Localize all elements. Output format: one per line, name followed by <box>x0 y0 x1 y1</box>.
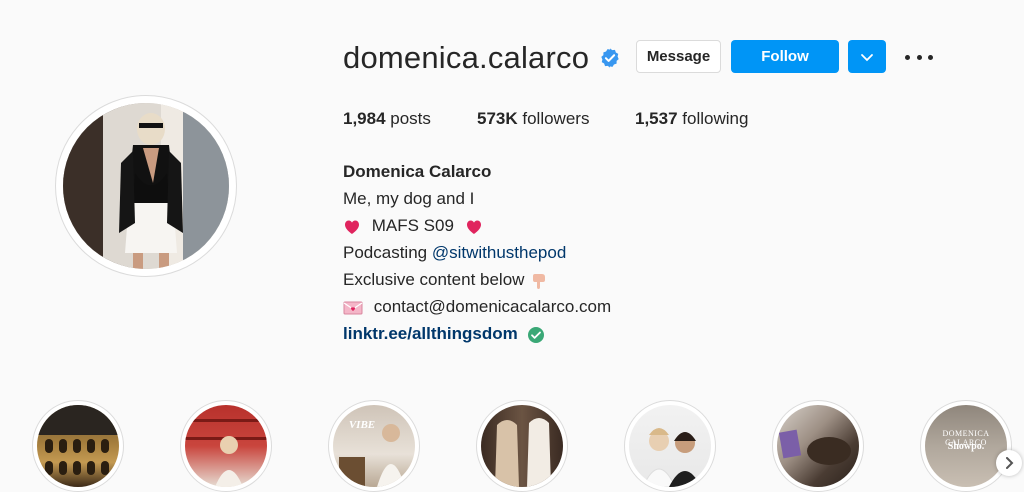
profile-bio: Domenica Calarco Me, my dog and I MAFS S… <box>343 158 611 347</box>
contact-email: contact@domenicacalarco.com <box>373 297 612 316</box>
bio-line-5: contact@domenicacalarco.com <box>343 293 611 320</box>
heart-icon <box>345 220 359 234</box>
story-highlights: VIBE DOMENICA CALARCO Showpo. <box>0 400 1024 492</box>
friends-highlight[interactable] <box>624 400 716 492</box>
vibe-highlight[interactable]: VIBE <box>328 400 420 492</box>
following-label: following <box>677 109 749 128</box>
suggested-dropdown-button[interactable] <box>848 40 886 73</box>
following-stat[interactable]: 1,537 following <box>635 109 748 129</box>
podcast-mention-link[interactable]: @sitwithusthepod <box>432 243 566 262</box>
chevron-right-icon <box>1006 457 1014 469</box>
colosseum-highlight[interactable] <box>32 400 124 492</box>
profile-photo <box>63 103 229 269</box>
outfits-highlight[interactable] <box>476 400 568 492</box>
bio-link-row: linktr.ee/allthingsdom <box>343 320 611 347</box>
showpo-highlight[interactable]: DOMENICA CALARCO Showpo. <box>920 400 1012 492</box>
follow-button[interactable]: Follow <box>731 40 839 73</box>
verified-badge-icon <box>601 48 619 68</box>
profile-link[interactable]: linktr.ee/allthingsdom <box>343 324 518 343</box>
message-button[interactable]: Message <box>636 40 721 73</box>
dog-highlight[interactable] <box>772 400 864 492</box>
highlights-next-button[interactable] <box>996 450 1022 476</box>
check-circle-icon <box>527 326 544 343</box>
vibe-highlight-text: VIBE <box>348 419 376 431</box>
followers-count: 573K <box>477 109 518 128</box>
followers-label: followers <box>517 109 590 128</box>
full-name: Domenica Calarco <box>343 162 492 181</box>
bio-exclusive-text: Exclusive content below <box>343 270 525 289</box>
more-options-icon[interactable] <box>905 48 933 66</box>
posts-count: 1,984 <box>343 109 386 128</box>
posts-stat[interactable]: 1,984 posts <box>343 109 431 129</box>
following-count: 1,537 <box>635 109 678 128</box>
bio-line-3: Podcasting @sitwithusthepod <box>343 239 611 266</box>
love-letter-icon <box>343 301 363 315</box>
shelves-highlight[interactable] <box>180 400 272 492</box>
bio-line-1: Me, my dog and I <box>343 189 475 208</box>
showpo-highlight-brand: Showpo. <box>947 441 985 452</box>
followers-stat[interactable]: 573K followers <box>477 109 589 129</box>
username: domenica.calarco <box>343 40 590 75</box>
profile-avatar[interactable] <box>55 95 237 277</box>
bio-line-2: MAFS S09 <box>343 212 611 239</box>
bio-podcast-prefix: Podcasting <box>343 243 432 262</box>
posts-label: posts <box>385 109 431 128</box>
bio-show-text: MAFS S09 <box>371 216 454 235</box>
heart-icon <box>466 220 481 234</box>
chevron-down-icon <box>861 53 873 61</box>
bio-line-4: Exclusive content below <box>343 266 611 293</box>
username-row: domenica.calarco <box>343 38 621 78</box>
pointing-down-icon <box>533 273 546 289</box>
